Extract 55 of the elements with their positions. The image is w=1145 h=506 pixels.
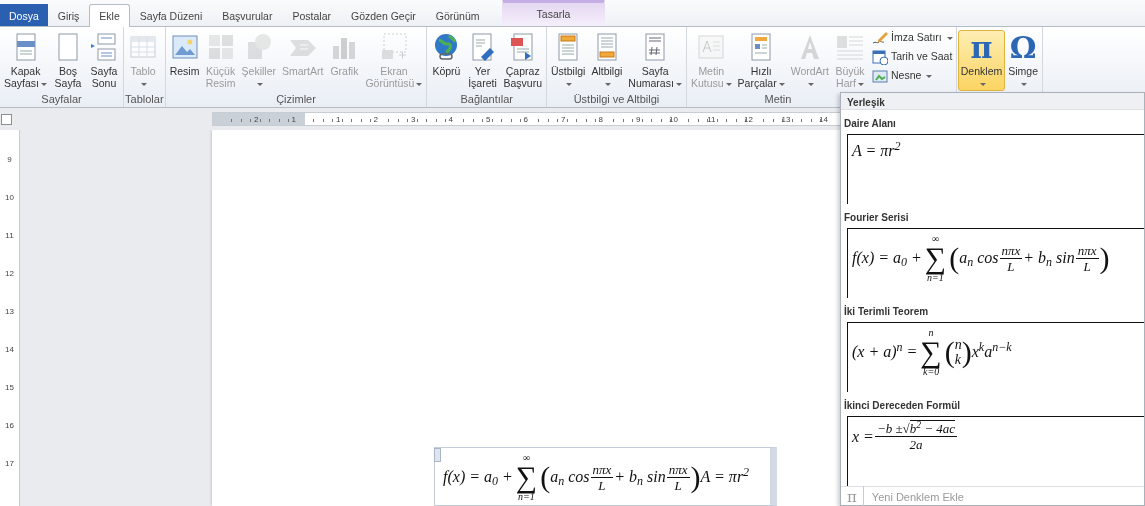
equation-preview[interactable]: A = πr$^{2}$ bbox=[847, 134, 1144, 204]
equation-title: İki Terimli Teorem bbox=[843, 304, 930, 319]
ribbon-button[interactable]: Sayfa Numarası bbox=[625, 30, 685, 91]
symbol-icon: Ω bbox=[1009, 32, 1037, 65]
ribbon-button[interactable]: Altbilgi bbox=[588, 30, 626, 91]
pen-icon bbox=[872, 30, 888, 46]
ruler-number: 11 bbox=[4, 230, 15, 242]
ribbon-tab[interactable]: Ekle bbox=[89, 4, 130, 27]
group-label: Çizimler bbox=[275, 93, 317, 107]
ribbon-button[interactable]: Çapraz Başvuru bbox=[500, 30, 545, 91]
equation-title: Fourier Serisi bbox=[843, 211, 910, 225]
ribbon-button[interactable]: Yer İşareti bbox=[464, 30, 501, 91]
group-label: Üstbilgi ve Altbilgi bbox=[572, 93, 661, 107]
group-label: Tablolar bbox=[125, 93, 164, 107]
equation-handle[interactable] bbox=[434, 448, 441, 462]
group-label: Sayfalar bbox=[40, 93, 83, 107]
tab-selector[interactable] bbox=[1, 113, 12, 125]
ribbon-button[interactable]: Üstbilgi bbox=[548, 30, 589, 91]
ruler-number: 14 bbox=[4, 344, 15, 356]
equation-title: İkinci Dereceden Formül bbox=[843, 398, 962, 413]
picture-icon bbox=[169, 32, 200, 62]
ruler-number: 17 bbox=[4, 458, 15, 470]
ribbon-button[interactable]: Resim bbox=[166, 30, 203, 79]
ribbon-tab[interactable]: Gözden Geçir bbox=[341, 4, 426, 26]
ribbon-small-button[interactable]: İmza Satırı bbox=[870, 30, 955, 46]
ribbon-tab[interactable]: Giriş bbox=[47, 4, 90, 26]
text-box-icon bbox=[696, 32, 727, 62]
ribbon-tab[interactable]: Tasarla bbox=[501, 0, 606, 26]
ribbon-button[interactable]: Ω Simge bbox=[1005, 30, 1041, 91]
ribbon-button[interactable]: Köprü bbox=[428, 30, 465, 79]
symbol-icon: π bbox=[970, 32, 993, 65]
ruler-number: 12 bbox=[4, 268, 15, 280]
object-icon bbox=[872, 68, 888, 84]
calendar-icon bbox=[872, 49, 888, 65]
ruler-number: 13 bbox=[4, 306, 15, 318]
group-label: Bağlantılar bbox=[459, 93, 514, 107]
ribbon-tab[interactable]: Postalar bbox=[282, 4, 341, 26]
ruler-number: 16 bbox=[4, 420, 15, 432]
ruler-number: 10 bbox=[4, 192, 15, 204]
ribbon-button[interactable]: Boş Sayfa bbox=[50, 30, 87, 91]
ribbon-small-button[interactable]: Tarih ve Saat bbox=[870, 49, 955, 65]
ribbon-button[interactable]: Hızlı Parçalar bbox=[734, 30, 788, 91]
ruler-number: 9 bbox=[6, 154, 13, 166]
ribbon-tab[interactable]: Başvurular bbox=[212, 4, 283, 26]
ribbon-tab[interactable]: Sayfa Düzeni bbox=[129, 4, 213, 26]
ribbon-button[interactable]: π Denklem bbox=[957, 30, 1006, 91]
ruler-number: 15 bbox=[4, 382, 15, 394]
ribbon-tab[interactable]: Görünüm bbox=[425, 4, 490, 26]
equation: A = πr$^{2}$ bbox=[852, 139, 901, 161]
ribbon-button[interactable]: Sayfa Sonu bbox=[86, 30, 123, 91]
ribbon-small-button[interactable]: Nesne bbox=[870, 68, 955, 84]
ribbon-tab[interactable]: Dosya bbox=[0, 4, 48, 26]
ribbon-button[interactable]: Kapak Sayfası bbox=[1, 30, 51, 91]
equation-title: Daire Alanı bbox=[843, 117, 897, 131]
gallery-header: Yerleşik bbox=[841, 93, 1144, 110]
